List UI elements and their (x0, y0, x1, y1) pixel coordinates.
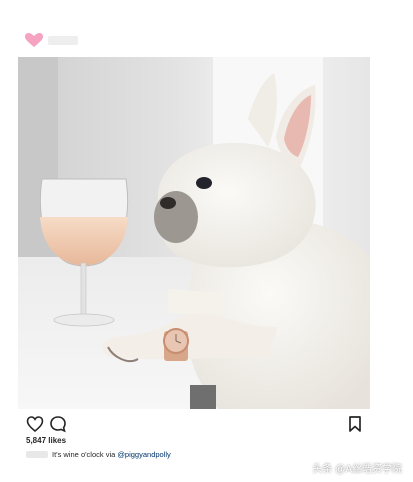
comment-bubble-icon[interactable] (49, 415, 67, 433)
username-blurred[interactable] (48, 35, 78, 45)
bookmark-icon[interactable] (346, 415, 364, 433)
watermark: 头条 @A丝皓资学院 (312, 464, 402, 475)
post-header (24, 31, 78, 49)
heart-outline-icon[interactable] (26, 415, 44, 433)
post-actions (22, 415, 370, 433)
heart-logo-icon (25, 33, 43, 47)
likes-count[interactable]: 5,847 likes (26, 436, 66, 445)
post-caption: It's wine o'clock via @piggyandpolly (26, 450, 171, 459)
caption-text: It's wine o'clock via (52, 450, 116, 459)
caption-mention-link[interactable]: @piggyandpolly (117, 450, 170, 459)
caption-username-blurred[interactable] (26, 451, 48, 458)
post-photo[interactable] (18, 57, 370, 409)
